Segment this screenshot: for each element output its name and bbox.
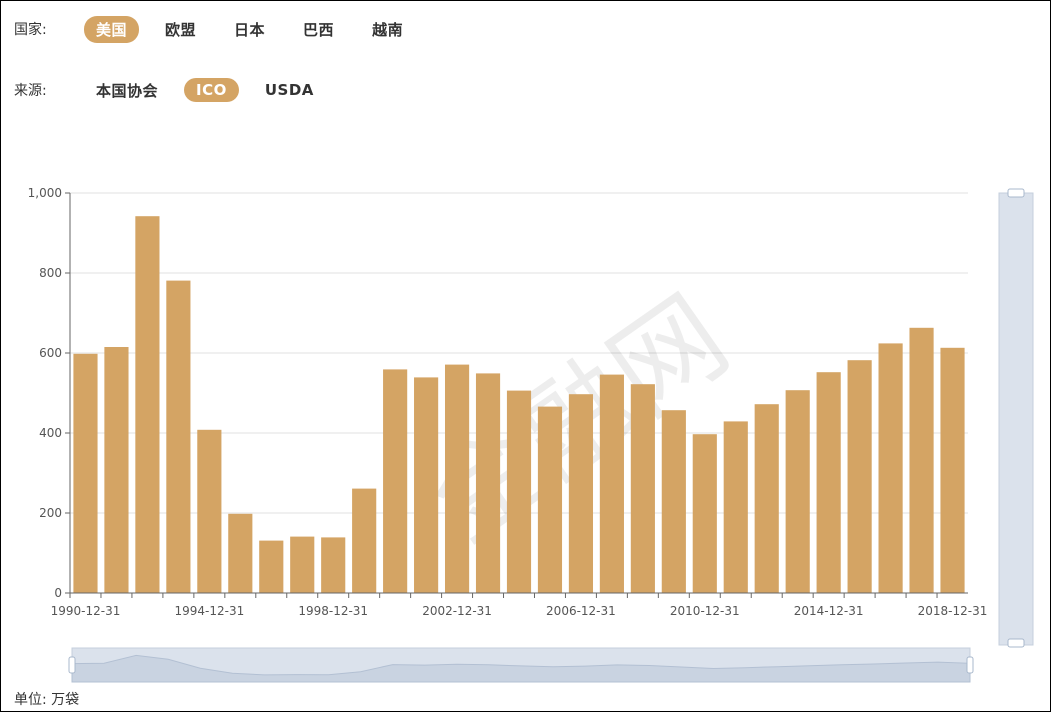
bar bbox=[537, 406, 563, 593]
y-tick-label: 800 bbox=[39, 266, 62, 280]
x-tick-label: 1990-12-31 bbox=[51, 604, 121, 618]
bar-chart: 金融网 02004006008001,0001990-12-311994-12-… bbox=[28, 186, 1034, 683]
x-tick-label: 1994-12-31 bbox=[174, 604, 244, 618]
bar bbox=[692, 434, 717, 593]
bar bbox=[878, 343, 903, 593]
y-tick-label: 400 bbox=[39, 426, 62, 440]
bar bbox=[290, 536, 315, 593]
bar bbox=[475, 373, 501, 593]
bar bbox=[723, 421, 748, 593]
slider-handle-icon bbox=[966, 656, 974, 674]
bar bbox=[661, 410, 686, 593]
x-tick-label: 2018-12-31 bbox=[918, 604, 988, 618]
bar bbox=[104, 347, 129, 593]
bar bbox=[568, 394, 594, 593]
vertical-zoom-slider[interactable] bbox=[998, 188, 1034, 648]
x-tick-label: 2006-12-31 bbox=[546, 604, 616, 618]
x-tick-label: 2002-12-31 bbox=[422, 604, 492, 618]
y-tick-label: 600 bbox=[39, 346, 62, 360]
y-tick-label: 200 bbox=[39, 506, 62, 520]
bar bbox=[754, 404, 779, 593]
slider-handle-icon bbox=[1007, 638, 1025, 648]
bar bbox=[73, 353, 98, 593]
vertical-slider-track bbox=[998, 192, 1034, 646]
slider-handle-icon bbox=[68, 656, 76, 674]
bar bbox=[321, 537, 346, 593]
bar bbox=[816, 372, 841, 593]
x-tick-label: 1998-12-31 bbox=[298, 604, 368, 618]
x-tick-label: 2014-12-31 bbox=[794, 604, 864, 618]
bar bbox=[785, 390, 810, 593]
bar bbox=[847, 360, 872, 593]
bar bbox=[444, 364, 470, 593]
bar bbox=[259, 540, 284, 593]
bar bbox=[197, 429, 222, 593]
unit-label: 单位: 万袋 bbox=[14, 692, 80, 708]
bar bbox=[383, 369, 408, 593]
slider-handle-icon bbox=[1007, 188, 1025, 198]
x-tick-label: 2010-12-31 bbox=[670, 604, 740, 618]
bar bbox=[909, 327, 934, 593]
bar bbox=[135, 216, 160, 593]
bar bbox=[228, 513, 253, 593]
bar bbox=[630, 384, 655, 593]
bar bbox=[166, 280, 191, 593]
bar bbox=[352, 488, 377, 593]
horizontal-zoom-slider[interactable] bbox=[68, 647, 974, 683]
bar bbox=[506, 390, 532, 593]
bar bbox=[940, 347, 965, 593]
y-tick-label: 0 bbox=[54, 586, 62, 600]
bar bbox=[414, 377, 439, 593]
bar bbox=[599, 374, 624, 593]
y-tick-label: 1,000 bbox=[28, 186, 62, 200]
